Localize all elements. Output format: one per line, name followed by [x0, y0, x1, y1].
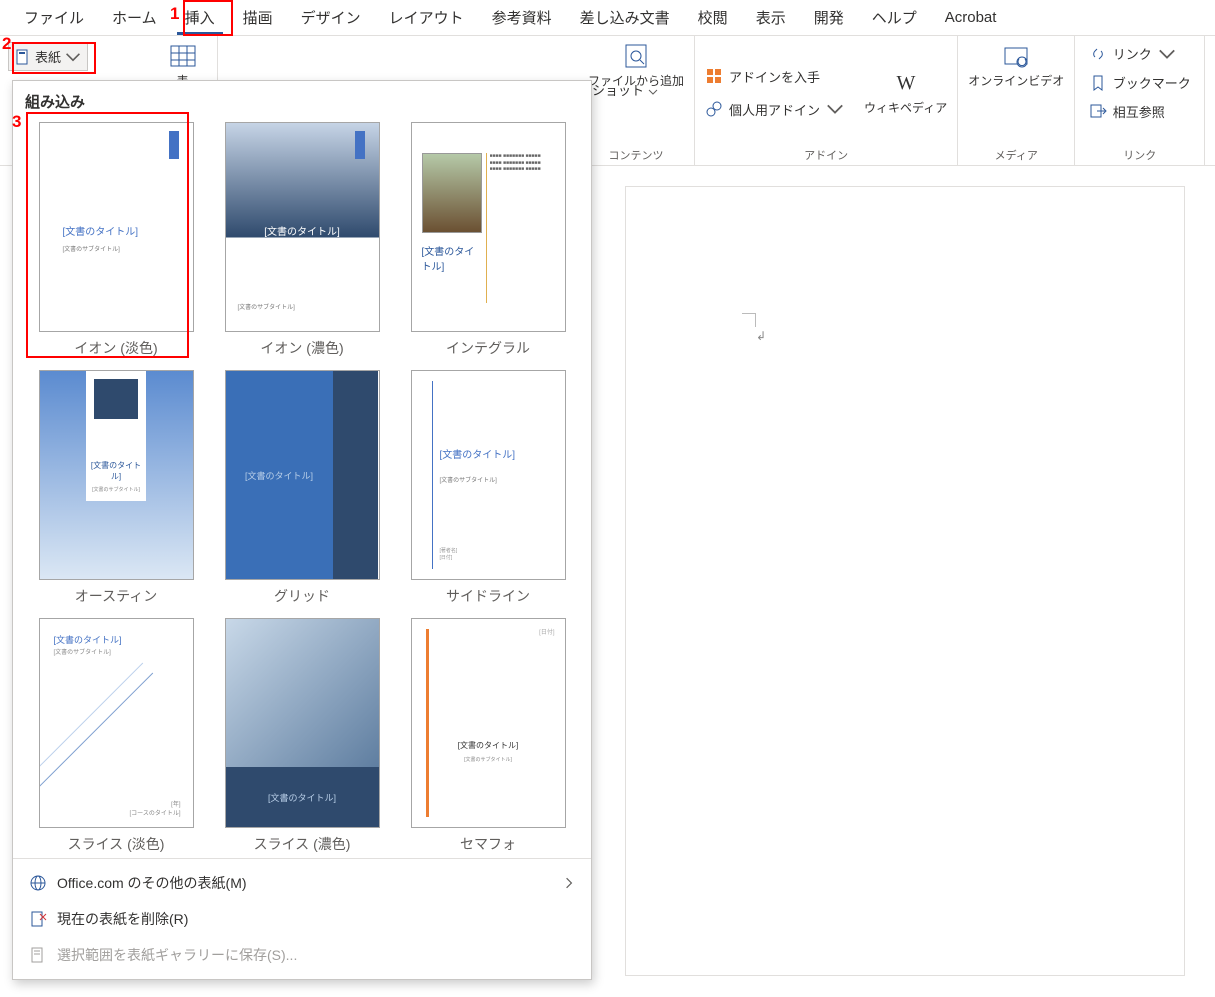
tab-view[interactable]: 表示 — [744, 1, 798, 34]
document-area[interactable]: ↲ — [595, 170, 1215, 997]
reuse-file-icon — [622, 42, 650, 70]
chevron-down-icon — [648, 87, 658, 97]
paragraph-mark-icon: ↲ — [756, 329, 766, 343]
template-slice-dark[interactable]: [文書のタイトル] スライス (濃色) — [219, 618, 385, 854]
globe-icon — [29, 874, 47, 892]
get-addins-button[interactable]: アドインを入手 — [705, 65, 844, 88]
tab-draw[interactable]: 描画 — [231, 1, 285, 34]
tab-references[interactable]: 参考資料 — [480, 1, 564, 34]
tab-acrobat[interactable]: Acrobat — [933, 3, 1009, 32]
thumb-grid: [文書のタイトル] — [225, 370, 380, 580]
template-austin[interactable]: [文書のタイトル][文書のサブタイトル] オースティン — [33, 370, 199, 606]
bookmark-icon — [1089, 74, 1107, 92]
video-icon — [1002, 42, 1030, 70]
template-semaphore[interactable]: [日付] [文書のタイトル] [文書のサブタイトル] セマフォ — [405, 618, 571, 854]
ribbon-tabs: ファイル ホーム 挿入 描画 デザイン レイアウト 参考資料 差し込み文書 校閲… — [0, 0, 1215, 36]
document-page[interactable]: ↲ — [625, 186, 1185, 976]
link-button[interactable]: リンク — [1089, 42, 1176, 65]
online-video-label: オンラインビデオ — [968, 72, 1064, 89]
get-addins-label: アドインを入手 — [729, 67, 820, 86]
thumb-ion-light: [文書のタイトル] [文書のサブタイトル] — [39, 122, 194, 332]
chevron-down-icon — [1158, 45, 1176, 63]
group-media-label: メディア — [995, 147, 1038, 163]
more-from-office-menuitem[interactable]: Office.com のその他の表紙(M) — [13, 865, 591, 901]
dropdown-footer: Office.com のその他の表紙(M) 現在の表紙を削除(R) 選択範囲を表… — [13, 858, 591, 979]
cover-page-label: 表紙 — [35, 47, 61, 66]
link-icon — [1089, 45, 1107, 63]
addin-icon — [705, 100, 723, 118]
remove-cover-menuitem[interactable]: 現在の表紙を削除(R) — [13, 901, 591, 937]
store-icon — [705, 67, 723, 85]
save-gallery-icon — [29, 946, 47, 964]
wikipedia-button[interactable]: W ウィキペディア — [864, 69, 947, 116]
thumb-austin: [文書のタイトル][文書のサブタイトル] — [39, 370, 194, 580]
svg-text:W: W — [896, 72, 915, 94]
thumb-integral: ■■■■ ■■■■■■■ ■■■■■ ■■■■ ■■■■■■■ ■■■■■ ■■… — [411, 122, 566, 332]
template-ion-light[interactable]: [文書のタイトル] [文書のサブタイトル] イオン (淡色) — [33, 122, 199, 358]
template-integral[interactable]: ■■■■ ■■■■■■■ ■■■■■ ■■■■ ■■■■■■■ ■■■■■ ■■… — [405, 122, 571, 358]
online-video-button[interactable]: オンラインビデオ — [968, 42, 1064, 89]
link-label: リンク — [1113, 44, 1152, 63]
annotation-3: 3 — [12, 112, 21, 132]
margin-corner-icon — [742, 313, 756, 327]
chevron-down-icon — [65, 49, 81, 65]
screenshot-partial[interactable]: ショット — [592, 80, 658, 99]
wikipedia-icon: W — [892, 69, 920, 97]
cover-gallery[interactable]: [文書のタイトル] [文書のサブタイトル] イオン (淡色) [文書のタイトル]… — [13, 118, 591, 858]
my-addins-label: 個人用アドイン — [729, 100, 820, 119]
tab-insert[interactable]: 挿入 — [173, 1, 227, 34]
cover-page-button[interactable]: 表紙 — [8, 42, 88, 71]
tab-layout[interactable]: レイアウト — [377, 1, 476, 34]
thumb-semaphore: [日付] [文書のタイトル] [文書のサブタイトル] — [411, 618, 566, 828]
chevron-down-icon — [826, 100, 844, 118]
cover-page-dropdown: 組み込み [文書のタイトル] [文書のサブタイトル] イオン (淡色) [文書の… — [12, 80, 592, 980]
bookmark-label: ブックマーク — [1113, 73, 1191, 92]
template-slice-light[interactable]: [文書のタイトル] [文書のサブタイトル] [年][コースのタイトル] スライス… — [33, 618, 199, 854]
template-ion-dark[interactable]: [文書のタイトル] [文書のサブタイトル] イオン (濃色) — [219, 122, 385, 358]
dropdown-section-label: 組み込み — [13, 81, 591, 118]
table-icon — [169, 42, 197, 70]
group-content-label: コンテンツ — [609, 147, 664, 163]
thumb-sideline: [文書のタイトル] [文書のサブタイトル] [著者名][日付] — [411, 370, 566, 580]
tab-mailings[interactable]: 差し込み文書 — [568, 1, 682, 34]
tab-home[interactable]: ホーム — [100, 1, 169, 34]
bookmark-button[interactable]: ブックマーク — [1089, 71, 1191, 94]
crossref-button[interactable]: 相互参照 — [1089, 100, 1165, 123]
annotation-2: 2 — [2, 34, 11, 54]
crossref-icon — [1089, 103, 1107, 121]
crossref-label: 相互参照 — [1113, 102, 1165, 121]
group-link-label: リンク — [1123, 147, 1156, 163]
my-addins-button[interactable]: 個人用アドイン — [705, 98, 844, 121]
group-addins-label: アドイン — [804, 147, 848, 163]
tab-developer[interactable]: 開発 — [802, 1, 856, 34]
thumb-slice-dark: [文書のタイトル] — [225, 618, 380, 828]
annotation-1: 1 — [170, 4, 179, 24]
tab-review[interactable]: 校閲 — [686, 1, 740, 34]
template-grid[interactable]: [文書のタイトル] グリッド — [219, 370, 385, 606]
tab-design[interactable]: デザイン — [289, 1, 373, 34]
thumb-slice-light: [文書のタイトル] [文書のサブタイトル] [年][コースのタイトル] — [39, 618, 194, 828]
thumb-ion-dark: [文書のタイトル] [文書のサブタイトル] — [225, 122, 380, 332]
chevron-right-icon — [563, 877, 575, 889]
page-icon — [15, 49, 31, 65]
tab-help[interactable]: ヘルプ — [860, 1, 929, 34]
tab-file[interactable]: ファイル — [12, 1, 96, 34]
save-to-gallery-menuitem: 選択範囲を表紙ギャラリーに保存(S)... — [13, 937, 591, 973]
wikipedia-label: ウィキペディア — [864, 99, 947, 116]
remove-page-icon — [29, 910, 47, 928]
template-sideline[interactable]: [文書のタイトル] [文書のサブタイトル] [著者名][日付] サイドライン — [405, 370, 571, 606]
